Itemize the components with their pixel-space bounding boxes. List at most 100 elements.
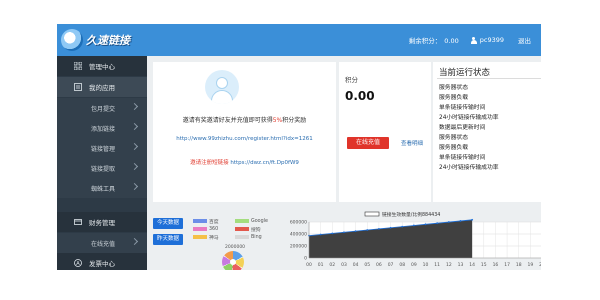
- legend-swatch: [235, 235, 249, 239]
- chart-xtick-label: 01: [318, 262, 324, 268]
- chart-point: [447, 221, 450, 223]
- logo-mark-icon: [61, 29, 83, 51]
- status-row-label: 服务器负载: [439, 145, 468, 151]
- dashboard-icon: [73, 61, 83, 71]
- sidebar-item-invoice[interactable]: A 发票中心: [57, 253, 147, 270]
- status-row: 数据最后更新时间11-20 14:12: [439, 122, 541, 131]
- invite-short-link[interactable]: https://dwz.cn/ft.Dp0fW9: [230, 160, 299, 166]
- chart-legend-label: 链接生效数量/比例884434: [382, 211, 440, 218]
- chart-xtick-label: 19: [528, 262, 534, 268]
- logout-link[interactable]: 退出: [518, 35, 531, 45]
- invite-register-link[interactable]: http://www.99zhizhu.com/register.html?id…: [159, 135, 330, 143]
- sidebar-item-finance[interactable]: 财务管理: [57, 212, 147, 232]
- chart-point: [378, 227, 380, 230]
- sidebar-sub-monthly-submit[interactable]: 包月提交: [57, 98, 147, 118]
- sidebar-sub-label: 添加链接: [91, 125, 116, 133]
- invite-text-before: 邀请有奖邀请好友并充值即可获得: [182, 117, 273, 124]
- status-row-label: 服务器负载: [439, 95, 468, 101]
- engine-legend: 百度 Google 360 搜狗 神马 Bing: [193, 218, 275, 248]
- legend-label: 搜狗: [251, 227, 261, 233]
- avatar-body: [211, 90, 233, 104]
- chart-ytick-label: 600000: [290, 220, 307, 226]
- finance-icon: [74, 218, 82, 226]
- avatar-head: [216, 77, 228, 89]
- legend-item: 百度: [193, 218, 219, 225]
- today-data-button[interactable]: 今天数据: [153, 218, 183, 229]
- sidebar-sub-spider-tools[interactable]: 蜘蛛工具: [57, 178, 147, 198]
- chevron-right-icon: [130, 182, 139, 191]
- status-row: 服务器状态正常: [439, 132, 541, 141]
- legend-swatch: [235, 227, 249, 231]
- sidebar-sub-add-link[interactable]: 添加链接: [57, 118, 147, 138]
- app-root: 久速链接 剩余积分： 0.00 pc9399 退出 管理中心 我的应用 包月提交 …: [0, 0, 600, 300]
- legend-item: Google: [235, 218, 268, 224]
- stats-area: 今天数据 昨天数据 百度 Google 360 搜狗 神马 Bing 2000000 02…: [153, 206, 541, 270]
- chart-point: [343, 231, 345, 234]
- site-logo[interactable]: 久速链接: [61, 27, 130, 53]
- chart-xtick-label: 11: [434, 262, 440, 268]
- sidebar-item-my-apps[interactable]: 我的应用: [57, 77, 147, 97]
- status-row: 单条链接传输时间1秒: [439, 152, 541, 161]
- chart-point: [389, 226, 392, 229]
- chart-xtick-label: 07: [388, 262, 394, 268]
- chart-xtick-label: 05: [364, 262, 370, 268]
- chart-point: [331, 232, 334, 235]
- user-account[interactable]: pc9399: [470, 36, 504, 44]
- username: pc9399: [479, 36, 504, 44]
- status-row: 服务器负载低: [439, 92, 541, 101]
- status-divider: [437, 78, 541, 79]
- invite-panel: 邀请有奖邀请好友并充值即可获得5%积分奖励 http://www.99zhizh…: [153, 62, 336, 202]
- legend-label: Bing: [251, 234, 262, 240]
- status-row-label: 数据最后更新时间: [439, 125, 486, 131]
- chevron-right-icon: [130, 162, 139, 171]
- chart-point: [424, 223, 427, 226]
- header-right: 剩余积分： 0.00 pc9399 退出: [409, 24, 531, 56]
- legend-item: 神马: [193, 234, 219, 241]
- chart-xtick-label: 08: [399, 262, 405, 268]
- status-row-label: 24小时链接传输成功率: [439, 115, 499, 121]
- points-panel: 积分 0.00 在线充值 查看明细: [339, 62, 431, 202]
- chart-point: [319, 233, 322, 236]
- sidebar-sub-online-recharge[interactable]: 在线充值: [57, 233, 147, 253]
- status-row-label: 单条链接传输时间: [439, 155, 486, 161]
- logo-text: 久速链接: [86, 34, 130, 47]
- chart-xtick-label: 04: [353, 262, 359, 268]
- sidebar-item-label: 财务管理: [89, 219, 115, 227]
- remaining-points-label: 剩余积分：: [408, 37, 442, 45]
- recharge-button[interactable]: 在线充值: [347, 137, 389, 149]
- status-row-label: 24小时链接传输成功率: [439, 165, 499, 171]
- engine-pie-chart: [222, 251, 244, 270]
- chart-ytick-label: 200000: [290, 244, 307, 250]
- sidebar: 管理中心 我的应用 包月提交 添加链接 链接管理 链接提取 蜘蛛工具 财务管理 …: [57, 56, 147, 270]
- legend-swatch: [193, 227, 207, 231]
- points-label: 积分: [345, 76, 358, 84]
- status-row: 服务器负载低: [439, 142, 541, 151]
- chart-ytick-label: 0: [304, 256, 307, 262]
- points-detail-link[interactable]: 查看明细: [401, 139, 423, 147]
- chart-xtick-label: 15: [481, 262, 487, 268]
- chart-xtick-label: 18: [516, 262, 522, 268]
- chart-xtick-label: 14: [469, 262, 475, 268]
- invite-description: 邀请有奖邀请好友并充值即可获得5%积分奖励: [159, 116, 330, 125]
- chart-point: [436, 222, 439, 225]
- chevron-right-icon: [130, 237, 139, 246]
- sidebar-sub-link-manage[interactable]: 链接管理: [57, 138, 147, 158]
- sidebar-item-dashboard[interactable]: 管理中心: [57, 56, 147, 76]
- status-row-label: 服务器状态: [439, 135, 468, 141]
- invite-short-link-label: 邀请注册短链接: [190, 160, 229, 166]
- yesterday-data-button[interactable]: 昨天数据: [153, 234, 183, 245]
- status-row: 24小时链接传输成功率100%: [439, 112, 541, 121]
- chart-point: [459, 220, 462, 222]
- trend-chart: 0 200000 400000 600000 00 01 02 03 04 05 06 07 08 09 1…: [290, 211, 541, 268]
- legend-label: 神马: [209, 235, 219, 241]
- remaining-points: 剩余积分： 0.00: [409, 35, 459, 45]
- status-row: 单条链接传输时间1秒: [439, 102, 541, 111]
- legend-swatch: [235, 219, 249, 223]
- sidebar-sub-link-extract[interactable]: 链接提取: [57, 158, 147, 178]
- remaining-points-value: 0.00: [444, 37, 459, 45]
- sidebar-sub-label: 链接提取: [91, 165, 116, 173]
- status-row-label: 服务器状态: [439, 85, 468, 91]
- legend-label: Google: [251, 218, 268, 224]
- chart-ytick-label: 400000: [290, 232, 307, 238]
- sidebar-sub-label: 蜘蛛工具: [91, 185, 116, 193]
